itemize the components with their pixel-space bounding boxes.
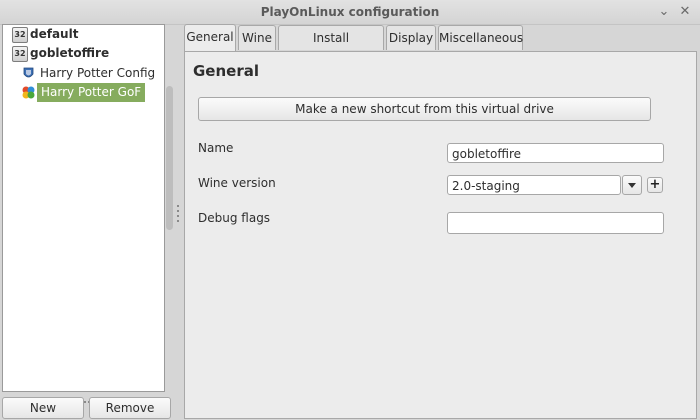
tree-item-harry-potter-gof[interactable]: Harry Potter GoF <box>3 83 163 102</box>
general-panel: General Make a new shortcut from this vi… <box>184 51 697 419</box>
window-title: PlayOnLinux configuration <box>260 5 440 19</box>
tab-display[interactable]: Display <box>386 25 436 50</box>
debug-flags-field[interactable] <box>447 212 664 234</box>
name-label: Name <box>198 141 234 155</box>
harry-potter-gof-icon <box>22 86 35 99</box>
chevron-down-icon[interactable] <box>622 175 642 195</box>
panel-heading: General <box>193 62 259 80</box>
wine-version-select[interactable]: 2.0-staging <box>447 175 621 195</box>
window: PlayOnLinux configuration ⌄ ✕ 32 default… <box>0 0 700 420</box>
close-icon[interactable]: ✕ <box>676 3 694 21</box>
make-shortcut-button[interactable]: Make a new shortcut from this virtual dr… <box>198 97 651 121</box>
tree-item-label-selected: Harry Potter GoF <box>37 83 146 102</box>
tab-wine[interactable]: Wine <box>238 25 276 50</box>
debug-flags-label: Debug flags <box>198 211 271 225</box>
tree-item-default[interactable]: 32 default <box>3 25 163 44</box>
drive-32bit-icon: 32 <box>12 46 28 62</box>
prefix-tree[interactable]: 32 default 32 gobletoffire Harry Potter … <box>2 24 165 392</box>
scrollbar-thumb[interactable] <box>166 86 173 230</box>
tree-resize-handle[interactable] <box>80 392 100 403</box>
new-button[interactable]: New <box>2 397 84 419</box>
tree-scrollbar[interactable] <box>164 24 175 390</box>
harry-potter-config-icon <box>23 67 34 78</box>
tab-general[interactable]: General <box>184 24 236 51</box>
wine-version-label: Wine version <box>198 176 276 190</box>
tree-item-label: Harry Potter Config <box>40 66 156 80</box>
tab-install-components[interactable]: Install components <box>278 25 384 69</box>
minimize-icon[interactable]: ⌄ <box>655 3 673 21</box>
name-field[interactable]: gobletoffire <box>447 143 664 163</box>
titlebar: PlayOnLinux configuration ⌄ ✕ <box>0 0 700 25</box>
drive-32bit-icon: 32 <box>12 27 28 43</box>
add-wine-version-button[interactable]: + <box>647 177 663 193</box>
tab-miscellaneous[interactable]: Miscellaneous <box>438 25 523 50</box>
remove-button[interactable]: Remove <box>89 397 171 419</box>
tree-item-gobletoffire[interactable]: 32 gobletoffire <box>3 44 163 63</box>
tree-item-harry-potter-config[interactable]: Harry Potter Config <box>3 64 163 83</box>
tree-item-label: gobletoffire <box>30 46 110 60</box>
tree-item-label: default <box>30 27 79 41</box>
pane-splitter-handle[interactable] <box>177 205 180 233</box>
